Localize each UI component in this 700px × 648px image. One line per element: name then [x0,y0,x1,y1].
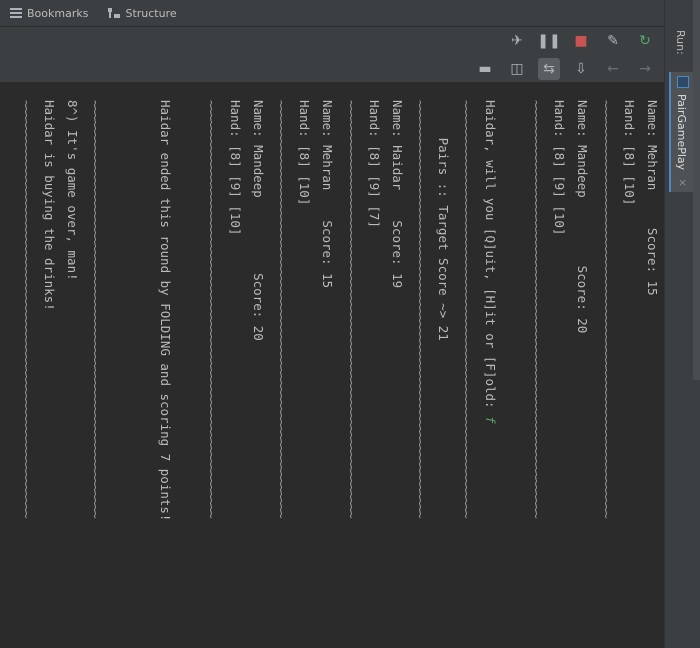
console-rule: ~~~~~~~~~~~~~~~~~~~~~~~~~~~~~~~~~~~~~~~~… [84,100,107,648]
forward-arrow-icon[interactable]: → [634,58,656,80]
console-rule: ~~~~~~~~~~~~~~~~~~~~~~~~~~~~~~~~~~~~~~~~… [339,100,362,648]
scroll-to-end-icon[interactable]: ⇩ [570,58,592,80]
console-line: Hand: [8] [9] [10] [548,100,571,648]
bookmarks-label: Bookmarks [27,6,89,20]
structure-label: Structure [125,6,177,20]
console-line-text: ~~~~~~~~~~~~~~~~~~~~~~~~~~~~~~~~~~~~~~~~… [18,100,34,518]
console-line: Name: Mandeep Score: 20 [247,100,270,648]
console-rule: ~~~~~~~~~~~~~~~~~~~~~~~~~~~~~~~~~~~~~~~~… [409,100,432,648]
console-rule: ~~~~~~~~~~~~~~~~~~~~~~~~~~~~~~~~~~~~~~~~… [525,100,548,648]
pin-icon[interactable]: ✈ [506,30,528,52]
console-line-text: ~~~~~~~~~~~~~~~~~~~~~~~~~~~~~~~~~~~~~~~~… [204,100,220,518]
console-line: Name: Mandeep Score: 20 [571,100,594,648]
console-line-text: Name: Haidar Score: 19 [389,100,405,289]
console-line: Name: Mehran Score: 15 [641,100,664,648]
console-line-text: 8^) It's game over, man! [65,100,81,281]
console-rule: ~~~~~~~~~~~~~~~~~~~~~~~~~~~~~~~~~~~~~~~~… [594,100,617,648]
pairgameplay-tab-label: PairGamePlay [675,94,688,171]
console-user-input: f [482,416,498,424]
console-line-text: Name: Mandeep Score: 20 [575,100,591,334]
console-line: Name: Haidar Score: 19 [386,100,409,648]
console-line: Hand: [8] [9] [10] [223,100,246,648]
console-line-text: Name: Mandeep Score: 20 [250,100,266,341]
run-label: Run: [674,30,687,55]
console-line-text: Hand: [8] [9] [10] [227,100,243,236]
console-lines: Name: Mehran Score: 15 Hand: [8] [10] ~~~~… [8,100,664,648]
soft-wrap-icon[interactable]: ⇆ [538,57,560,80]
console-line-text: ~~~~~~~~~~~~~~~~~~~~~~~~~~~~~~~~~~~~~~~~… [413,100,429,518]
console-line: 8^) It's game over, man! [61,100,84,648]
pause-icon[interactable]: ❚❚ [537,30,560,52]
console-line-text: ~~~~~~~~~~~~~~~~~~~~~~~~~~~~~~~~~~~~~~~~… [88,100,104,518]
back-arrow-icon[interactable]: ← [602,58,624,80]
console-line: Haidar ended this round by FOLDING and s… [154,100,177,648]
console-line-text: Haidar ended this round by FOLDING and s… [158,100,174,522]
console-rule: ~~~~~~~~~~~~~~~~~~~~~~~~~~~~~~~~~~~~~~~~… [15,100,38,648]
console-line-text: Hand: [8] [10] [297,100,313,206]
wrench-icon[interactable]: ✎ [602,30,624,52]
run-config-icon [677,76,689,88]
top-tool-stripe: Bookmarks Structure [0,0,664,27]
console-line: Hand: [8] [10] [293,100,316,648]
stop-icon[interactable]: ■ [570,30,592,52]
console-line-text: ~~~~~~~~~~~~~~~~~~~~~~~~~~~~~~~~~~~~~~~~… [274,100,289,518]
run-toolbar-secondary: ▬ ◫ ⇆ ⇩ ← → [0,55,664,83]
rerun-icon[interactable]: ↻ [634,30,656,52]
console-line-text: Haidar, will you [Q]uit, [H]it or [F]old… [482,100,498,417]
console-line-text: ~~~~~~~~~~~~~~~~~~~~~~~~~~~~~~~~~~~~~~~~… [343,100,359,518]
pairgameplay-tab[interactable]: PairGamePlay × [669,72,695,192]
console-line-text: Hand: [8] [10] [621,100,637,206]
console-line-text: Hand: [8] [9] [7] [366,100,382,228]
console-line: Hand: [8] [9] [7] [363,100,386,648]
run-toolbar-primary: ✈ ❚❚ ■ ✎ ↻ [0,27,664,55]
console-line-text: Pairs :: Target Score ~> 21 [436,100,452,341]
console-line-text: ~~~~~~~~~~~~~~~~~~~~~~~~~~~~~~~~~~~~~~~~… [529,100,545,518]
console-rule: ~~~~~~~~~~~~~~~~~~~~~~~~~~~~~~~~~~~~~~~~… [200,100,223,648]
console-line-text: ~~~~~~~~~~~~~~~~~~~~~~~~~~~~~~~~~~~~~~~~… [459,100,475,518]
console-line-text: Name: Mehran Score: 15 [645,100,660,296]
console-line: Haidar is buying the drinks! [38,100,61,648]
console-line-text: Name: Mehran Score: 15 [320,100,336,289]
console-line-text: ~~~~~~~~~~~~~~~~~~~~~~~~~~~~~~~~~~~~~~~~… [598,100,614,518]
console-rule: ~~~~~~~~~~~~~~~~~~~~~~~~~~~~~~~~~~~~~~~~… [270,100,293,648]
console-line-text: Hand: [8] [9] [10] [552,100,568,236]
console-output[interactable]: Name: Mehran Score: 15 Hand: [8] [10] ~~~~… [0,84,664,648]
console-line: Hand: [8] [10] [618,100,641,648]
exit-icon[interactable]: ▬ [474,58,496,80]
structure-tab[interactable]: Structure [98,0,186,27]
console-line: Name: Mehran Score: 15 [316,100,339,648]
close-icon[interactable]: × [678,176,687,189]
console-line-text: Haidar is buying the drinks! [42,100,58,311]
layout-icon[interactable]: ◫ [506,58,528,80]
bookmarks-tab[interactable]: Bookmarks [0,0,98,27]
scrollbar[interactable] [693,0,700,380]
bookmarks-icon [10,8,22,18]
console-line: Haidar, will you [Q]uit, [H]it or [F]old… [479,100,502,648]
right-tool-bar: Run: PairGamePlay × [664,0,700,648]
console-rule: ~~~~~~~~~~~~~~~~~~~~~~~~~~~~~~~~~~~~~~~~… [455,100,478,648]
console-line: Pairs :: Target Score ~> 21 [432,100,455,648]
structure-icon [108,8,121,18]
